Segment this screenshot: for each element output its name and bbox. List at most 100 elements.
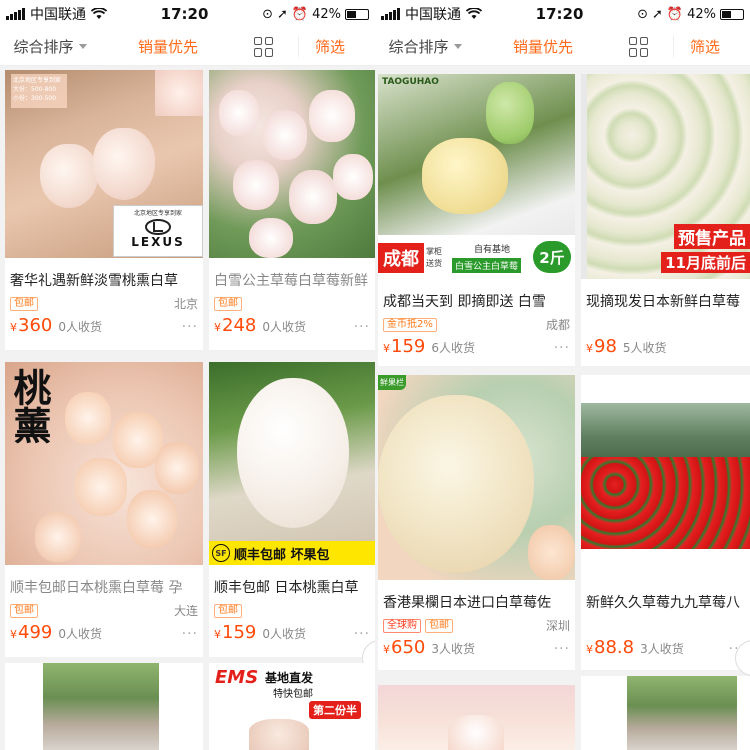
status-bar: 中国联通 17:20 ⊙ ➚ ⏰ 42% — [375, 0, 750, 28]
product-image — [581, 375, 750, 580]
currency-symbol: ¥ — [586, 643, 593, 656]
screen-right: 中国联通 17:20 ⊙ ➚ ⏰ 42% 综合排序 销量优先 筛选 TAOGUH… — [375, 0, 750, 750]
product-card[interactable] — [581, 676, 750, 750]
sold-count: 0人收货 — [58, 320, 102, 334]
battery-icon — [345, 8, 369, 20]
product-image: 预售产品 11月底前后 — [581, 74, 750, 279]
product-image — [581, 676, 750, 750]
product-title: 顺丰包邮 日本桃熏白草 — [214, 580, 359, 596]
presale-date: 11月底前后 — [661, 252, 750, 273]
screens: 中国联通 17:20 ⊙ ➚ ⏰ 42% 综合排序 销量优先 筛选 北京地区专享… — [0, 0, 750, 750]
sort-sales-label: 销量优先 — [137, 38, 198, 56]
more-options-icon[interactable]: ··· — [554, 641, 570, 657]
product-card[interactable]: TAOGUHAO 成都 掌柜 送货 自有基地 白雪公主白草莓 2斤 成都当天到 … — [378, 74, 575, 366]
tag-free-shipping: 包邮 — [10, 296, 38, 311]
wifi-icon — [466, 8, 482, 19]
sort-default-label: 综合排序 — [388, 38, 449, 56]
product-price: 248 — [222, 315, 257, 336]
currency-symbol: ¥ — [586, 342, 593, 355]
product-price: 98 — [594, 336, 617, 357]
caret-down-icon — [453, 44, 462, 49]
currency-symbol: ¥ — [214, 628, 221, 641]
tag-free-shipping: 包邮 — [214, 603, 242, 618]
product-card[interactable] — [5, 663, 203, 750]
more-options-icon[interactable]: ··· — [354, 626, 370, 642]
sold-count: 0人收货 — [58, 627, 102, 641]
currency-symbol: ¥ — [383, 643, 390, 656]
currency-symbol: ¥ — [10, 628, 17, 641]
status-time: 17:20 — [160, 5, 209, 23]
ems-logo: EMS — [215, 667, 259, 688]
product-title: 新鲜久久草莓九九草莓八 — [586, 595, 740, 611]
product-card[interactable]: 预售产品 11月底前后 现摘现发日本新鲜白草莓 ¥98 5人收货 — [581, 74, 750, 366]
product-card[interactable]: 新鲜久久草莓九九草莓八 ¥88.83人收货··· — [581, 375, 750, 670]
more-options-icon[interactable]: ··· — [182, 319, 198, 335]
sort-sales-tab[interactable]: 销量优先 — [100, 36, 236, 57]
product-image: EMS 基地直发 特快包邮 第二份半 — [209, 663, 375, 750]
alarm-icon: ⏰ — [291, 6, 309, 22]
product-location: 大连 — [173, 604, 198, 618]
sort-sales-tab[interactable]: 销量优先 — [475, 36, 611, 57]
more-options-icon[interactable]: ··· — [354, 319, 370, 335]
product-price: 360 — [18, 315, 53, 336]
battery-percent: 42% — [687, 6, 716, 22]
product-card[interactable]: 北京地区专享到家 大份：500-800 小份：300-500 北京地区专享到家 … — [5, 70, 203, 350]
lexus-wordmark: LEXUS — [131, 235, 185, 249]
sort-bar: 综合排序 销量优先 筛选 — [375, 28, 750, 66]
product-card[interactable]: EMS 基地直发 特快包邮 第二份半 — [209, 663, 375, 750]
tag-free-shipping: 包邮 — [425, 618, 453, 633]
sort-bar: 综合排序 销量优先 筛选 — [0, 28, 375, 66]
filter-button[interactable]: 筛选 — [298, 36, 345, 57]
grid-view-icon[interactable] — [629, 36, 649, 57]
tag-free-shipping: 包邮 — [214, 296, 242, 311]
sf-logo-icon: SF — [212, 544, 230, 562]
overlay-label: 北京地区专享到家 大份：500-800 小份：300-500 — [11, 74, 67, 108]
sort-default-tab[interactable]: 综合排序 — [0, 36, 100, 57]
product-image: TAOGUHAO 成都 掌柜 送货 自有基地 白雪公主白草莓 2斤 — [378, 74, 575, 279]
overlay-sub1: 掌柜 — [426, 247, 442, 256]
more-options-icon[interactable]: ··· — [554, 340, 570, 356]
product-title: 成都当天到 即摘即送 白雪 — [383, 294, 546, 310]
battery-icon — [720, 8, 744, 20]
product-card[interactable] — [378, 685, 575, 750]
ems-text: 基地直发 — [265, 671, 314, 685]
brand-mark: TAOGUHAO — [382, 77, 439, 87]
product-image — [209, 70, 375, 258]
overlay-sub2: 送货 — [426, 259, 442, 268]
location-icon: ➚ — [277, 6, 288, 22]
corner-label: 鲜果栏 — [378, 375, 406, 390]
signal-icon — [381, 8, 400, 20]
carrier-label: 中国联通 — [405, 7, 461, 23]
sf-banner-text: 顺丰包邮 坏果包 — [234, 547, 330, 563]
product-image: SF 顺丰包邮 坏果包 — [209, 362, 375, 565]
product-card[interactable]: 白雪公主草莓白草莓新鲜 包邮 ¥248 0人收货 ··· — [209, 70, 375, 350]
overlay-sub3: 自有基地 — [474, 245, 511, 255]
product-price: 159 — [222, 622, 257, 643]
product-image — [378, 685, 575, 750]
grid-view-icon[interactable] — [254, 36, 274, 57]
product-price: 499 — [18, 622, 53, 643]
carrier-label: 中国联通 — [30, 7, 86, 23]
status-bar: 中国联通 17:20 ⊙ ➚ ⏰ 42% — [0, 0, 375, 28]
product-card[interactable]: 桃薰 顺丰包邮日本桃熏白草莓 孕 包邮 大连 ¥499 0人收货 ··· — [5, 362, 203, 657]
product-title: 顺丰包邮日本桃熏白草莓 孕 — [10, 580, 183, 596]
lexus-sign-caption: 北京地区专享到家 — [133, 210, 182, 217]
sold-count: 5人收货 — [622, 341, 667, 355]
tag-coin-discount: 金币抵2% — [383, 317, 437, 332]
product-title: 现摘现发日本新鲜白草莓 — [586, 294, 740, 310]
product-title: 白雪公主草莓白草莓新鲜 — [214, 273, 368, 289]
product-location: 北京 — [173, 297, 198, 311]
product-image: 北京地区专享到家 大份：500-800 小份：300-500 北京地区专享到家 … — [5, 70, 203, 258]
filter-button[interactable]: 筛选 — [673, 36, 720, 57]
product-location: 深圳 — [545, 619, 570, 633]
product-card[interactable]: 鲜果栏 香港果欄日本进口白草莓佐 全球购 包邮 深圳 ¥650 3人收货 ··· — [378, 375, 575, 670]
more-options-icon[interactable]: ··· — [182, 626, 198, 642]
ems-subtext: 特快包邮 — [273, 689, 313, 700]
product-location: 成都 — [545, 318, 570, 332]
location-icon: ➚ — [652, 6, 663, 22]
sort-default-tab[interactable]: 综合排序 — [375, 36, 475, 57]
product-card[interactable]: SF 顺丰包邮 坏果包 顺丰包邮 日本桃熏白草 包邮 ¥159 0人收货 ··· — [209, 362, 375, 657]
product-image: 鲜果栏 — [378, 375, 575, 580]
city-badge: 成都 — [378, 243, 424, 273]
wifi-icon — [91, 8, 107, 19]
